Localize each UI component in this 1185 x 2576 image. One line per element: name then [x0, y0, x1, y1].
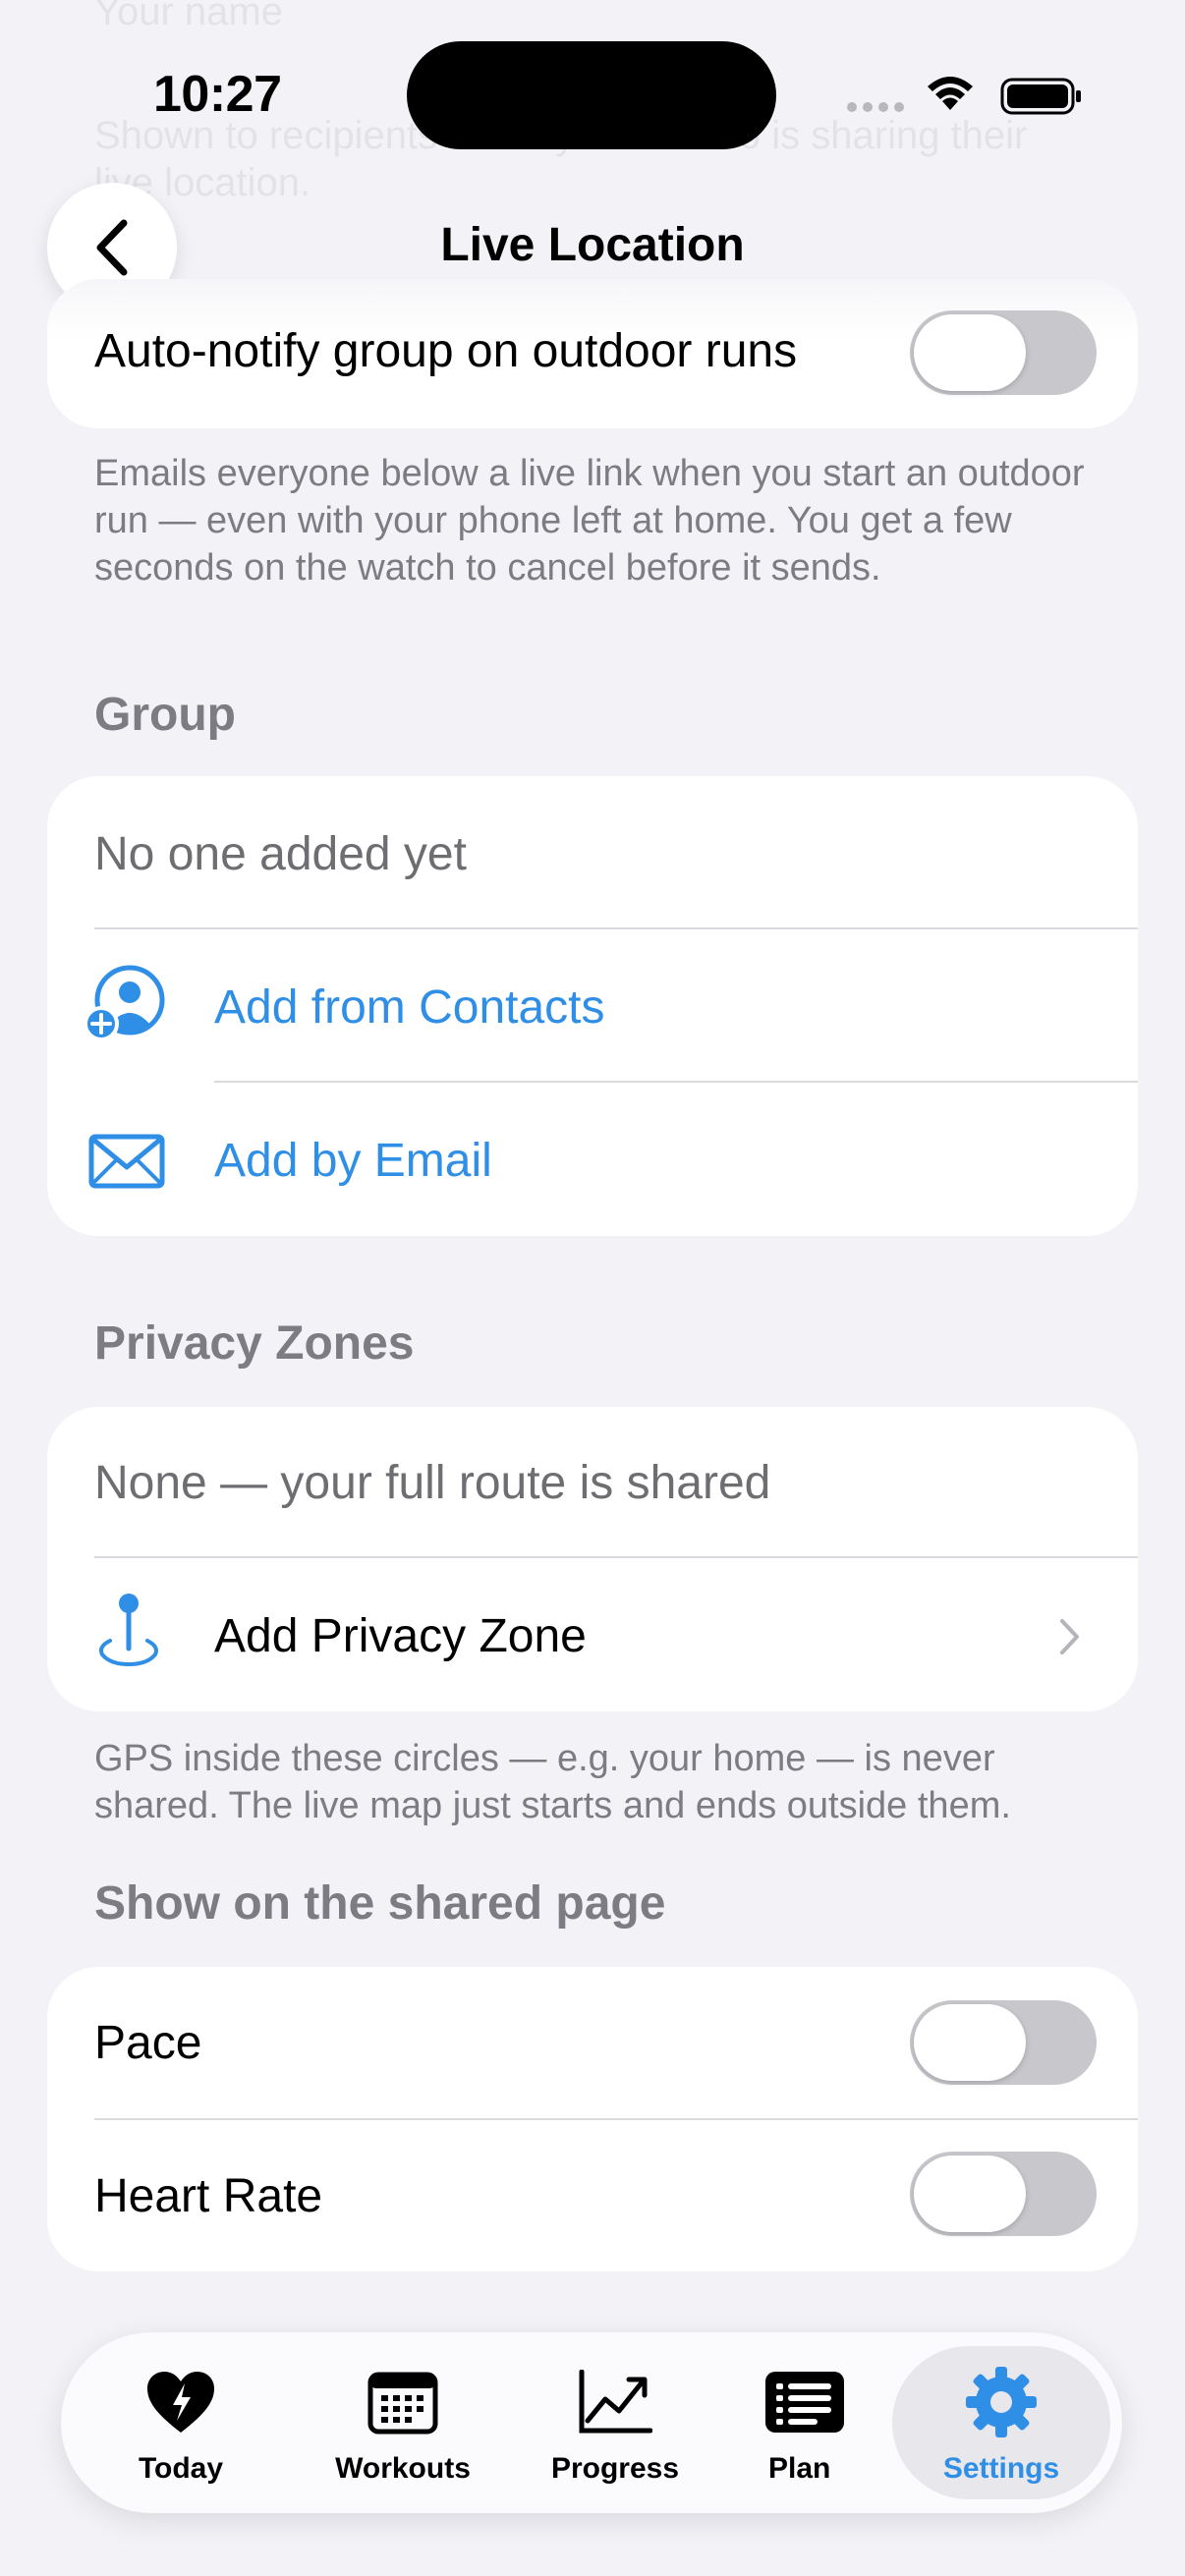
- shared-page-header: Show on the shared page: [94, 1877, 666, 1930]
- ghost-heading: Your name: [94, 0, 283, 33]
- tab-plan-label: Plan: [768, 2452, 831, 2485]
- privacy-zones-empty-row: None — your full route is shared: [47, 1407, 1138, 1558]
- tab-today-label: Today: [138, 2452, 224, 2485]
- chart-line-icon: [579, 2370, 652, 2434]
- heart-rate-label: Heart Rate: [94, 2170, 323, 2222]
- pace-toggle[interactable]: [910, 2000, 1097, 2085]
- tab-progress-label: Progress: [550, 2452, 680, 2485]
- toggle-knob: [914, 2156, 1026, 2232]
- map-pin-icon: [99, 1594, 158, 1667]
- privacy-zones-empty-text: None — your full route is shared: [94, 1457, 771, 1509]
- auto-notify-footer: Emails everyone below a live link when y…: [94, 453, 1085, 588]
- privacy-zones-footer: GPS inside these circles — e.g. your hom…: [94, 1738, 1011, 1826]
- tab-workouts-label: Workouts: [335, 2452, 471, 2485]
- calendar-icon: [367, 2372, 438, 2435]
- status-time: 10:27: [153, 66, 282, 123]
- add-from-contacts-label: Add from Contacts: [214, 981, 605, 1034]
- envelope-icon: [88, 1134, 165, 1189]
- battery-icon: [1000, 78, 1081, 115]
- auto-notify-toggle[interactable]: [910, 310, 1097, 395]
- auto-notify-label: Auto-notify group on outdoor runs: [94, 325, 798, 377]
- add-by-email-label: Add by Email: [214, 1135, 492, 1187]
- heart-bolt-icon: [147, 2372, 214, 2433]
- pace-row: Pace: [47, 1967, 1138, 2118]
- person-add-icon: [85, 965, 165, 1041]
- tab-bar: Today Workouts Progress Plan Settings: [61, 2332, 1122, 2513]
- cellular-signal-icon: [847, 102, 906, 116]
- tab-workouts[interactable]: Workouts: [318, 2332, 487, 2513]
- tab-plan[interactable]: Plan: [755, 2332, 857, 2513]
- add-from-contacts-button[interactable]: Add from Contacts: [47, 929, 1138, 1083]
- toggle-knob: [914, 2004, 1026, 2081]
- pace-label: Pace: [94, 2017, 202, 2069]
- privacy-zones-header: Privacy Zones: [94, 1317, 415, 1370]
- page-title: Live Location: [440, 219, 745, 271]
- tab-today[interactable]: Today: [120, 2332, 242, 2513]
- add-by-email-button[interactable]: Add by Email: [47, 1083, 1138, 1236]
- auto-notify-card: Auto-notify group on outdoor runs: [47, 279, 1138, 428]
- wifi-icon: [928, 77, 973, 110]
- toggle-knob: [914, 314, 1026, 391]
- privacy-zones-card: None — your full route is shared Add Pri…: [47, 1407, 1138, 1711]
- tab-settings[interactable]: Settings: [935, 2332, 1067, 2513]
- tab-progress[interactable]: Progress: [531, 2332, 700, 2513]
- group-empty-row: No one added yet: [47, 776, 1138, 929]
- chevron-right-icon: [1060, 1619, 1079, 1654]
- group-card: No one added yet Add from Contacts Add b…: [47, 776, 1138, 1236]
- heart-rate-toggle[interactable]: [910, 2152, 1097, 2236]
- add-privacy-zone-button[interactable]: Add Privacy Zone: [47, 1558, 1138, 1711]
- group-header: Group: [94, 689, 236, 741]
- group-empty-text: No one added yet: [94, 828, 467, 880]
- heart-rate-row: Heart Rate: [47, 2120, 1138, 2271]
- shared-page-card: Pace Heart Rate: [47, 1967, 1138, 2271]
- add-privacy-zone-label: Add Privacy Zone: [214, 1610, 587, 1662]
- gear-icon: [966, 2367, 1037, 2437]
- list-icon: [765, 2372, 844, 2433]
- tab-settings-label: Settings: [942, 2452, 1060, 2485]
- dynamic-island: [407, 41, 776, 149]
